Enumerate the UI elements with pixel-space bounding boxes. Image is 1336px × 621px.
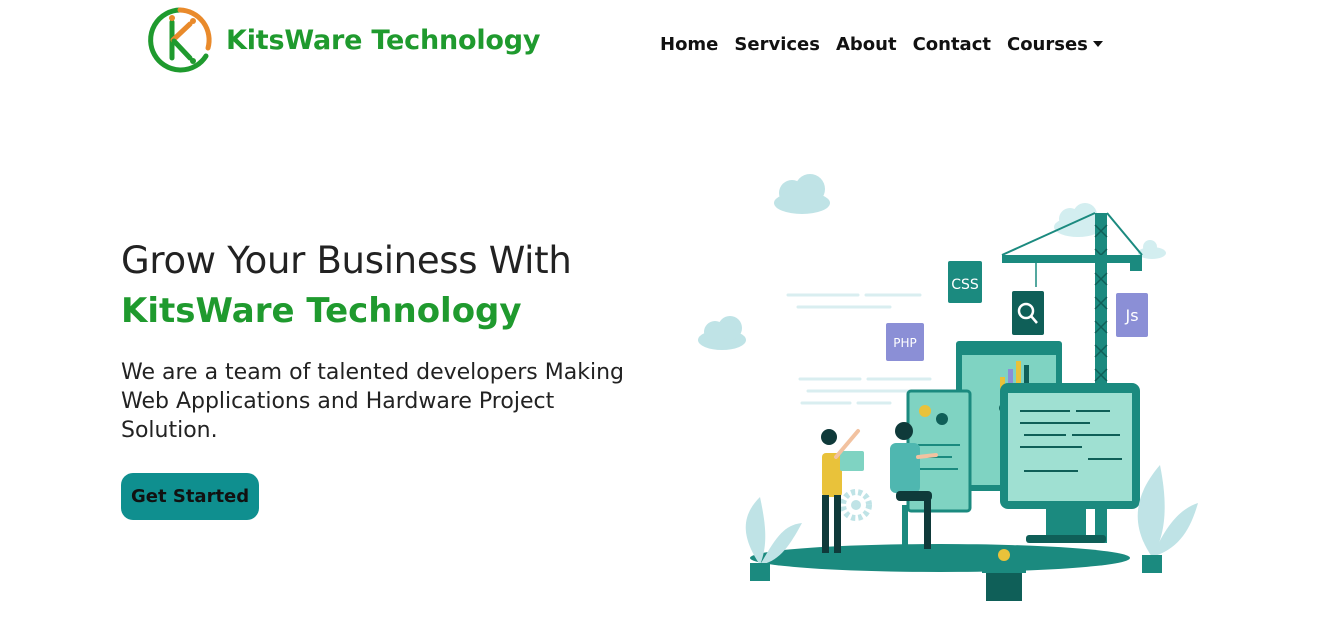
js-badge: Js <box>1116 293 1148 337</box>
nav-contact[interactable]: Contact <box>905 30 999 59</box>
hero-section: Grow Your Business With KitsWare Technol… <box>121 236 641 445</box>
hero-illustration: CSS PHP Js <box>698 174 1198 601</box>
brand-link[interactable]: KitsWare Technology <box>146 6 540 74</box>
brand-name: KitsWare Technology <box>226 24 541 56</box>
php-badge: PHP <box>886 323 924 361</box>
plant-left <box>745 497 802 581</box>
gear-icon <box>840 489 872 521</box>
ground-shadow <box>750 544 1130 572</box>
svg-text:PHP: PHP <box>893 336 917 350</box>
brand-logo-icon <box>148 7 212 73</box>
cloud-icon <box>698 316 746 350</box>
caret-down-icon <box>1092 41 1103 47</box>
svg-text:Js: Js <box>1124 306 1138 325</box>
hero-title: Grow Your Business With <box>121 239 572 282</box>
nav-courses-label: Courses <box>1006 34 1088 55</box>
nav-courses-dropdown[interactable]: Courses <box>999 30 1111 59</box>
plant-right <box>1137 465 1198 573</box>
nav-home[interactable]: Home <box>652 30 726 59</box>
svg-text:CSS: CSS <box>951 277 979 293</box>
main-nav: Home Services About Contact Courses <box>652 30 1111 59</box>
hero-brand-line: KitsWare Technology <box>121 291 522 331</box>
css-badge: CSS <box>948 261 982 303</box>
nav-about[interactable]: About <box>828 30 905 59</box>
cloud-icon <box>1054 203 1166 259</box>
hero-description: We are a team of talented developers Mak… <box>121 360 624 443</box>
get-started-button[interactable]: Get Started <box>121 473 260 520</box>
woman-figure <box>821 429 864 553</box>
cloud-icon <box>774 174 830 214</box>
nav-services[interactable]: Services <box>726 30 828 59</box>
code-monitor <box>1000 383 1140 543</box>
navbar: KitsWare Technology Home Services About … <box>0 0 1336 90</box>
magnifier-badge-icon <box>1012 291 1044 335</box>
